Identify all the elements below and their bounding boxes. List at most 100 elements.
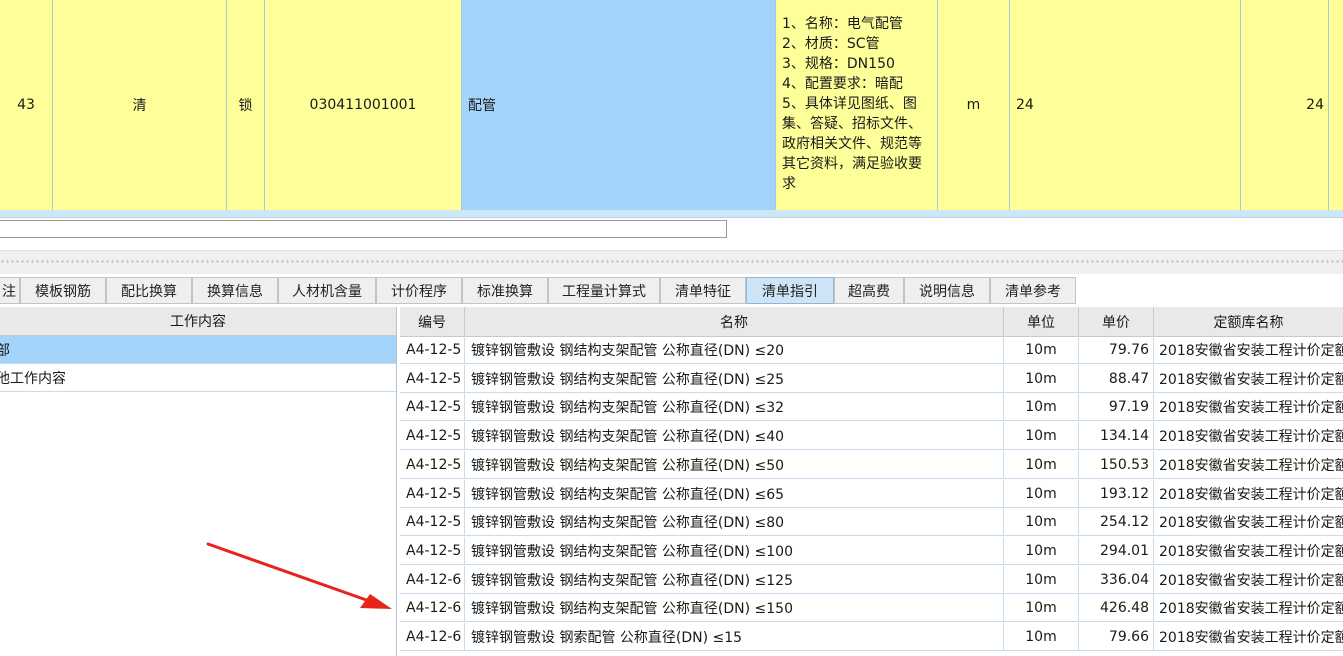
row-name: 镀锌钢管敷设 钢结构支架配管 公称直径(DN) ≤20 xyxy=(465,336,1004,364)
col-price-header[interactable]: 单价 xyxy=(1079,307,1154,336)
tab-height-fee[interactable]: 超高费 xyxy=(834,277,904,304)
row-unit: 10m xyxy=(1004,364,1079,393)
row-library: 2018安徽省安装工程计价定额 xyxy=(1159,371,1343,388)
annotation-arrow-icon xyxy=(206,542,392,609)
row-price: 193.12 xyxy=(1079,479,1154,508)
tab-notes[interactable]: 注 xyxy=(0,277,20,304)
cell-quantity[interactable]: 24 xyxy=(1241,0,1329,210)
feature-line: 其它资料，满足验收要 xyxy=(782,156,922,172)
row-code: A4-12-5 xyxy=(400,479,465,508)
row-name: 镀锌钢管敷设 钢结构支架配管 公称直径(DN) ≤125 xyxy=(465,565,1004,594)
row-code: A4-12-5 xyxy=(400,364,465,393)
tab-description[interactable]: 说明信息 xyxy=(904,277,990,304)
table-row[interactable]: A4-12-5 镀锌钢管敷设 钢结构支架配管 公称直径(DN) ≤25 10m 88.… xyxy=(400,364,1343,393)
table-row[interactable]: A4-12-5 镀锌钢管敷设 钢结构支架配管 公称直径(DN) ≤100 10m 29… xyxy=(400,536,1343,565)
top-grid-row[interactable]: 43 清 锁 030411001001 配管 1、名称：电气配管 2、材质：SC管… xyxy=(0,0,1343,210)
table-row[interactable]: A4-12-6 镀锌钢管敷设 钢结构支架配管 公称直径(DN) ≤150 10m 42… xyxy=(400,594,1343,623)
row-library: 2018安徽省安装工程计价定额 xyxy=(1159,400,1343,417)
feature-line: 1、名称：电气配管 xyxy=(782,16,903,32)
row-unit: 10m xyxy=(1004,393,1079,422)
feature-line: 2、材质：SC管 xyxy=(782,36,880,52)
quota-table: 编号 名称 单位 单价 定额库名称 A4-12-5 镀锌钢管敷设 钢结构支架配管 … xyxy=(400,307,1343,656)
row-price: 134.14 xyxy=(1079,422,1154,451)
tab-bill-guide[interactable]: 清单指引 xyxy=(746,277,834,304)
table-row[interactable]: A4-12-5 镀锌钢管敷设 钢结构支架配管 公称直径(DN) ≤65 10m 193… xyxy=(400,479,1343,508)
row-name: 镀锌钢管敷设 钢结构支架配管 公称直径(DN) ≤40 xyxy=(465,422,1004,451)
row-unit: 10m xyxy=(1004,450,1079,479)
cell-unit[interactable]: m xyxy=(938,0,1010,210)
row-name: 镀锌钢管敷设 钢结构支架配管 公称直径(DN) ≤80 xyxy=(465,508,1004,537)
table-row[interactable]: A4-12-5 镀锌钢管敷设 钢结构支架配管 公称直径(DN) ≤32 10m 97.… xyxy=(400,393,1343,422)
row-library: 2018安徽省安装工程计价定额 xyxy=(1159,486,1343,503)
feature-line: 3、规格：DN150 xyxy=(782,56,895,72)
tab-bill-features[interactable]: 清单特征 xyxy=(660,277,746,304)
horizontal-scrollbar[interactable] xyxy=(0,220,727,238)
feature-line: 政府相关文件、规范等 xyxy=(782,136,922,152)
row-name: 镀锌钢管敷设 钢结构支架配管 公称直径(DN) ≤50 xyxy=(465,450,1004,479)
row-library: 2018安徽省安装工程计价定额 xyxy=(1159,630,1343,646)
row-price: 79.66 xyxy=(1079,623,1154,651)
feature-line: 集、答疑、招标文件、 xyxy=(782,116,922,132)
row-library: 2018安徽省安装工程计价定额 xyxy=(1159,515,1343,532)
row-price: 254.12 xyxy=(1079,508,1154,537)
table-row[interactable]: A4-12-5 镀锌钢管敷设 钢结构支架配管 公称直径(DN) ≤50 10m 150… xyxy=(400,450,1343,479)
row-code: A4-12-5 xyxy=(400,536,465,565)
table-row[interactable]: A4-12-6 镀锌钢管敷设 钢结构支架配管 公称直径(DN) ≤125 10m 33… xyxy=(400,565,1343,594)
row-code: A4-12-5 xyxy=(400,450,465,479)
table-row[interactable]: A4-12-5 镀锌钢管敷设 钢结构支架配管 公称直径(DN) ≤80 10m 254… xyxy=(400,508,1343,537)
row-code: A4-12-5 xyxy=(400,422,465,451)
work-content-header: 工作内容 xyxy=(0,307,396,336)
work-content-row-all[interactable]: 部 xyxy=(0,336,396,364)
cell-type[interactable]: 清 xyxy=(53,0,227,210)
cell-quantity-expr[interactable]: 24 xyxy=(1010,0,1241,210)
col-code-header[interactable]: 编号 xyxy=(400,307,465,336)
row-library: 2018安徽省安装工程计价定额 xyxy=(1159,543,1343,560)
cell-features[interactable]: 1、名称：电气配管 2、材质：SC管 3、规格：DN150 4、配置要求：暗配 5、具体… xyxy=(776,0,938,210)
tab-pricing-procedure[interactable]: 计价程序 xyxy=(376,277,462,304)
feature-line: 求 xyxy=(782,176,796,192)
row-code: A4-12-5 xyxy=(400,393,465,422)
table-row[interactable]: A4-12-6 镀锌钢管敷设 钢索配管 公称直径(DN) ≤15 10m 79.66 2… xyxy=(400,623,1343,651)
row-unit: 10m xyxy=(1004,536,1079,565)
row-library: 2018安徽省安装工程计价定额 xyxy=(1159,343,1343,359)
col-library-header[interactable]: 定额库名称 xyxy=(1154,307,1343,336)
row-library: 2018安徽省安装工程计价定额 xyxy=(1159,572,1343,589)
row-code: A4-12-6 xyxy=(400,623,465,651)
col-unit-header[interactable]: 单位 xyxy=(1004,307,1079,336)
row-code: A4-12-5 xyxy=(400,336,465,364)
cell-code[interactable]: 030411001001 xyxy=(265,0,462,210)
cell-name[interactable]: 配管 xyxy=(462,0,776,210)
row-library: 2018安徽省安装工程计价定额 xyxy=(1159,429,1343,446)
tab-resource-content[interactable]: 人材机含量 xyxy=(278,277,376,304)
row-unit: 10m xyxy=(1004,508,1079,537)
cell-extra[interactable] xyxy=(1329,0,1343,210)
feature-line: 4、配置要求：暗配 xyxy=(782,76,903,92)
tab-standard-conversion[interactable]: 标准换算 xyxy=(462,277,548,304)
row-library: 2018安徽省安装工程计价定额 xyxy=(1159,457,1343,474)
row-price: 79.76 xyxy=(1079,336,1154,364)
tab-quantity-formula[interactable]: 工程量计算式 xyxy=(548,277,660,304)
feature-line: 5、具体详见图纸、图 xyxy=(782,96,917,112)
table-row[interactable]: A4-12-5 镀锌钢管敷设 钢结构支架配管 公称直径(DN) ≤40 10m 134… xyxy=(400,422,1343,451)
tab-bill-reference[interactable]: 清单参考 xyxy=(990,277,1076,304)
cell-seq[interactable]: 43 xyxy=(0,0,53,210)
row-library: 2018安徽省安装工程计价定额 xyxy=(1159,601,1343,618)
tab-formwork-rebar[interactable]: 模板钢筋 xyxy=(20,277,106,304)
table-row[interactable]: A4-12-5 镀锌钢管敷设 钢结构支架配管 公称直径(DN) ≤20 10m 79.… xyxy=(400,336,1343,364)
next-row-edge xyxy=(0,210,1343,218)
row-name: 镀锌钢管敷设 钢结构支架配管 公称直径(DN) ≤100 xyxy=(465,536,1004,565)
cell-lock[interactable]: 锁 xyxy=(227,0,265,210)
row-code: A4-12-6 xyxy=(400,565,465,594)
col-name-header[interactable]: 名称 xyxy=(465,307,1004,336)
splitter-grip[interactable] xyxy=(0,259,1343,265)
row-unit: 10m xyxy=(1004,623,1079,651)
tab-conversion-info[interactable]: 换算信息 xyxy=(192,277,278,304)
work-content-row-other[interactable]: 他工作内容 xyxy=(0,364,396,392)
quota-table-header: 编号 名称 单位 单价 定额库名称 xyxy=(400,307,1343,337)
row-code: A4-12-6 xyxy=(400,594,465,623)
row-price: 336.04 xyxy=(1079,565,1154,594)
tab-mix-conversion[interactable]: 配比换算 xyxy=(106,277,192,304)
row-name: 镀锌钢管敷设 钢结构支架配管 公称直径(DN) ≤65 xyxy=(465,479,1004,508)
row-name: 镀锌钢管敷设 钢索配管 公称直径(DN) ≤15 xyxy=(465,623,1004,651)
row-unit: 10m xyxy=(1004,594,1079,623)
